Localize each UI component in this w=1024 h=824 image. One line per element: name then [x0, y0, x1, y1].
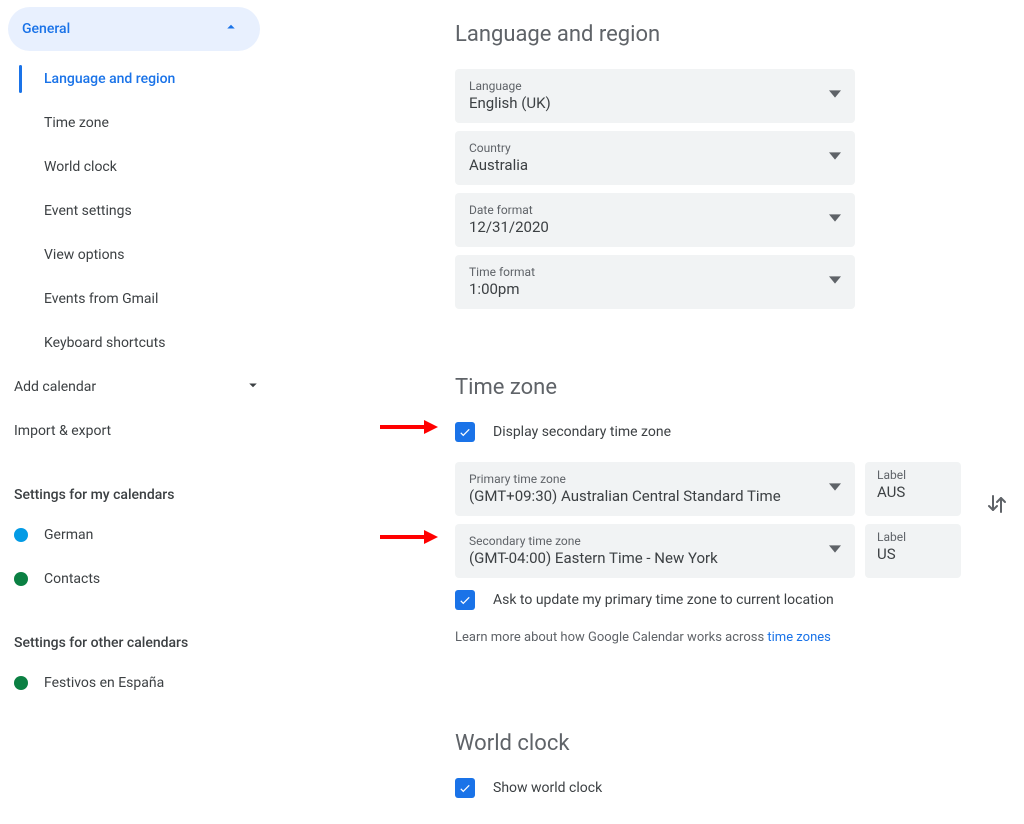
settings-main: Language and region Language English (UK… [455, 22, 975, 818]
checkbox-show-world-clock[interactable] [455, 778, 475, 798]
sidebar-item-view-options[interactable]: View options [0, 233, 280, 277]
sidebar-item-language-region[interactable]: Language and region [0, 57, 280, 101]
input-primary-tz-label[interactable]: Label AUS [865, 462, 961, 516]
calendar-color-dot [14, 528, 28, 542]
sidebar-heading-my-calendars: Settings for my calendars [0, 487, 280, 503]
sidebar-calendar-contacts[interactable]: Contacts [0, 557, 280, 601]
caret-down-icon [829, 274, 841, 290]
input-secondary-tz-label[interactable]: Label US [865, 524, 961, 578]
link-time-zones[interactable]: time zones [767, 630, 830, 645]
annotation-arrow-icon [378, 528, 438, 546]
sidebar-item-events-from-gmail[interactable]: Events from Gmail [0, 277, 280, 321]
section-heading-language-region: Language and region [455, 22, 975, 47]
section-heading-world-clock: World clock [455, 731, 975, 756]
caret-down-icon [829, 481, 841, 497]
dropdown-primary-time-zone[interactable]: Primary time zone (GMT+09:30) Australian… [455, 462, 855, 516]
section-heading-time-zone: Time zone [455, 375, 975, 400]
sidebar-item-keyboard-shortcuts[interactable]: Keyboard shortcuts [0, 321, 280, 365]
caret-down-icon [829, 88, 841, 104]
sidebar-item-event-settings[interactable]: Event settings [0, 189, 280, 233]
calendar-color-dot [14, 572, 28, 586]
dropdown-time-format[interactable]: Time format 1:00pm [455, 255, 855, 309]
swap-time-zones-icon[interactable] [985, 492, 1009, 520]
sidebar-calendar-german[interactable]: German [0, 513, 280, 557]
chevron-down-icon [244, 376, 262, 398]
checkbox-label: Display secondary time zone [493, 424, 671, 440]
sidebar-heading-other-calendars: Settings for other calendars [0, 635, 280, 651]
sidebar-section-general[interactable]: General [8, 7, 260, 51]
sidebar-item-import-export[interactable]: Import & export [0, 409, 280, 453]
dropdown-country[interactable]: Country Australia [455, 131, 855, 185]
settings-sidebar: General Language and region Time zone Wo… [0, 7, 280, 705]
caret-down-icon [829, 543, 841, 559]
calendar-color-dot [14, 676, 28, 690]
dropdown-secondary-time-zone[interactable]: Secondary time zone (GMT-04:00) Eastern … [455, 524, 855, 578]
sidebar-general-children: Language and region Time zone World cloc… [0, 57, 280, 365]
sidebar-calendar-festivos[interactable]: Festivos en España [0, 661, 280, 705]
checkbox-label: Ask to update my primary time zone to cu… [493, 592, 834, 608]
dropdown-date-format[interactable]: Date format 12/31/2020 [455, 193, 855, 247]
sidebar-general-label: General [22, 21, 70, 37]
checkbox-display-secondary-tz[interactable] [455, 422, 475, 442]
caret-down-icon [829, 150, 841, 166]
timezone-hint: Learn more about how Google Calendar wor… [455, 630, 975, 645]
checkbox-label: Show world clock [493, 780, 602, 796]
chevron-up-icon [222, 18, 240, 40]
annotation-arrow-icon [378, 418, 438, 436]
checkbox-ask-update-tz[interactable] [455, 590, 475, 610]
sidebar-item-add-calendar[interactable]: Add calendar [0, 365, 280, 409]
dropdown-language[interactable]: Language English (UK) [455, 69, 855, 123]
sidebar-item-world-clock[interactable]: World clock [0, 145, 280, 189]
caret-down-icon [829, 212, 841, 228]
sidebar-item-time-zone[interactable]: Time zone [0, 101, 280, 145]
